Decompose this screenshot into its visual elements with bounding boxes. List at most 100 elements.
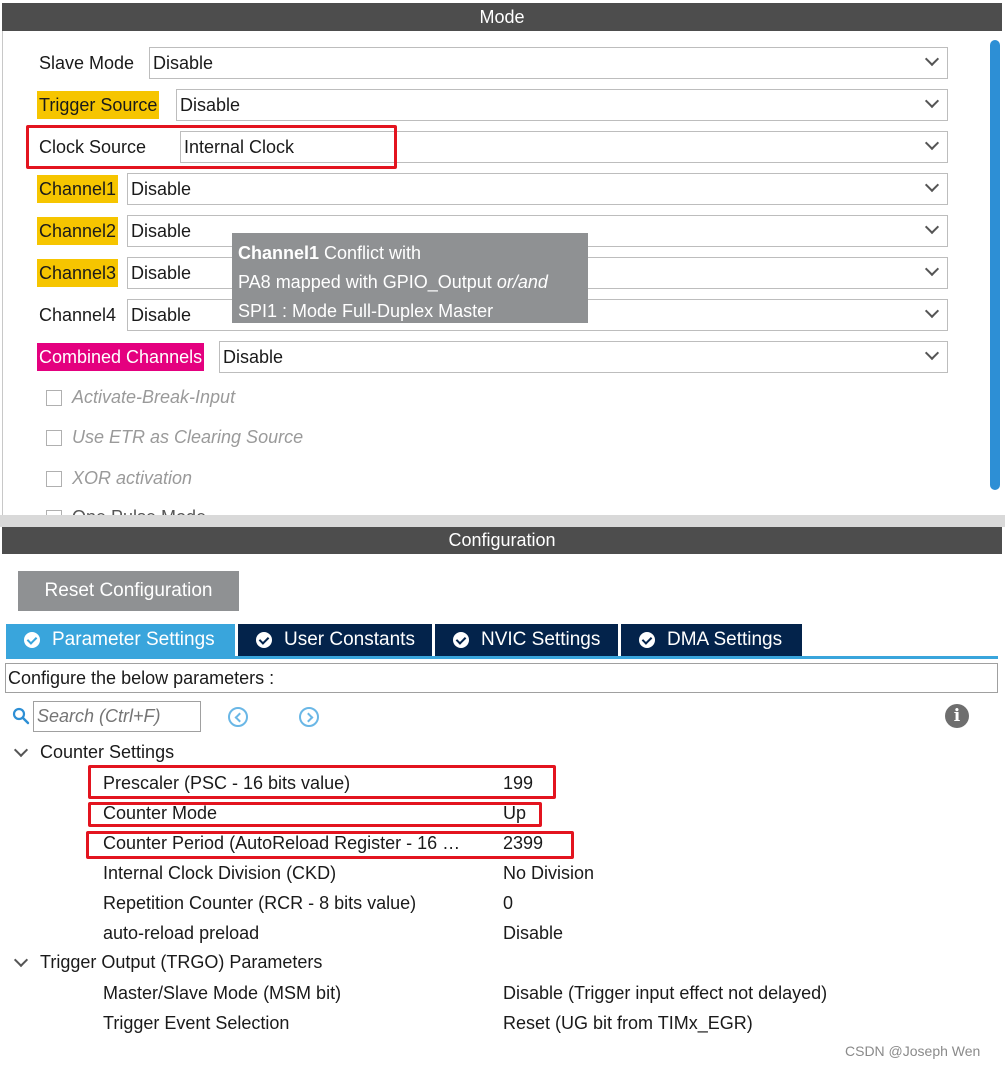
info-icon[interactable]: i	[945, 704, 969, 728]
param-row-clock-division[interactable]: Internal Clock Division (CKD) No Divisio…	[103, 858, 983, 888]
param-row-master-slave-mode[interactable]: Master/Slave Mode (MSM bit) Disable (Tri…	[103, 978, 983, 1008]
group-trigger-output[interactable]: Trigger Output (TRGO) Parameters	[13, 952, 322, 973]
slave-mode-select[interactable]: Disable	[149, 47, 948, 79]
config-tabs: Parameter Settings User Constants NVIC S…	[6, 624, 805, 656]
use-etr-checkbox[interactable]: Use ETR as Clearing Source	[46, 427, 303, 448]
tab-dma-settings[interactable]: DMA Settings	[621, 624, 802, 656]
annotation-prescaler	[88, 765, 556, 799]
reset-configuration-button[interactable]: Reset Configuration	[18, 571, 239, 611]
channel4-value: Disable	[131, 305, 192, 325]
param-row-trigger-event-selection[interactable]: Trigger Event Selection Reset (UG bit fr…	[103, 1008, 983, 1038]
slave-mode-label: Slave Mode	[39, 53, 135, 73]
tooltip-or-and: or/and	[496, 272, 548, 292]
channel1-row: Channel1	[37, 173, 119, 205]
param-value[interactable]: 0	[503, 888, 513, 918]
chevron-down-icon[interactable]	[13, 952, 29, 967]
trigger-source-select[interactable]: Disable	[176, 89, 948, 121]
tooltip-line1: Conflict with	[319, 243, 422, 263]
channel2-row: Channel2	[37, 215, 119, 247]
one-pulse-clip: One Pulse Mode	[0, 505, 990, 515]
chevron-down-icon	[924, 177, 940, 193]
one-pulse-mode-label: One Pulse Mode	[72, 507, 206, 515]
previous-result-icon[interactable]	[228, 707, 248, 727]
tab-label: NVIC Settings	[481, 629, 601, 650]
param-value[interactable]: Disable (Trigger input effect not delaye…	[503, 978, 827, 1008]
search-input[interactable]	[33, 701, 201, 732]
group-counter-settings[interactable]: Counter Settings	[13, 742, 175, 763]
channel4-row: Channel4	[37, 299, 118, 331]
param-name: Internal Clock Division (CKD)	[103, 863, 337, 883]
next-result-icon[interactable]	[299, 707, 319, 727]
param-row-repetition-counter[interactable]: Repetition Counter (RCR - 8 bits value) …	[103, 888, 983, 918]
chevron-down-icon	[924, 345, 940, 361]
checkbox-box[interactable]	[46, 389, 62, 406]
watermark: CSDN @Joseph Wen	[845, 1043, 981, 1059]
trigger-source-row: Trigger Source	[37, 89, 160, 121]
check-circle-icon	[639, 632, 655, 648]
chevron-down-icon	[924, 303, 940, 319]
description-box: Configure the below parameters :	[5, 663, 998, 693]
tab-label: Parameter Settings	[52, 629, 215, 650]
tab-underline	[6, 656, 998, 659]
tooltip-line2: PA8 mapped with GPIO_Output	[238, 272, 497, 292]
mode-scrollbar[interactable]	[990, 40, 1000, 490]
xor-activation-checkbox[interactable]: XOR activation	[46, 468, 192, 489]
annotation-counter-mode	[88, 802, 542, 827]
check-circle-icon	[24, 632, 40, 648]
checkbox-box[interactable]	[46, 470, 62, 487]
channel3-row: Channel3	[37, 257, 119, 289]
param-value[interactable]: Disable	[503, 918, 563, 948]
channel3-label: Channel3	[37, 259, 119, 287]
chevron-down-icon	[924, 219, 940, 235]
tab-label: DMA Settings	[667, 629, 783, 650]
param-value[interactable]: No Division	[503, 858, 594, 888]
group-title: Counter Settings	[40, 742, 175, 762]
tooltip-channel: Channel1	[238, 243, 320, 263]
combined-channels-label: Combined Channels	[37, 343, 205, 371]
chevron-down-icon[interactable]	[13, 742, 29, 757]
tab-nvic-settings[interactable]: NVIC Settings	[435, 624, 618, 656]
check-circle-icon	[256, 632, 272, 648]
use-etr-label: Use ETR as Clearing Source	[72, 427, 304, 447]
one-pulse-mode-checkbox[interactable]: One Pulse Mode	[46, 507, 206, 515]
tooltip-line3: SPI1 : Mode Full-Duplex Master	[238, 301, 494, 321]
trigger-source-label: Trigger Source	[37, 91, 160, 119]
channel3-value: Disable	[131, 263, 192, 283]
conflict-tooltip: Channel1 Conflict with PA8 mapped with G…	[232, 233, 588, 323]
tab-parameter-settings[interactable]: Parameter Settings	[6, 624, 235, 656]
channel2-label: Channel2	[37, 217, 119, 245]
slave-mode-value: Disable	[153, 53, 214, 73]
combined-channels-value: Disable	[223, 347, 284, 367]
param-name: Trigger Event Selection	[103, 1013, 290, 1033]
param-value[interactable]: Reset (UG bit from TIMx_EGR)	[503, 1008, 753, 1038]
channel2-value: Disable	[131, 221, 192, 241]
param-name: Repetition Counter (RCR - 8 bits value)	[103, 893, 417, 913]
tab-label: User Constants	[284, 629, 415, 650]
xor-activation-label: XOR activation	[72, 468, 193, 488]
annotation-clock-source	[26, 125, 397, 169]
chevron-down-icon	[924, 51, 940, 67]
mode-panel-header: Mode	[2, 3, 1002, 31]
channel1-select[interactable]: Disable	[127, 173, 948, 205]
panel-splitter[interactable]	[0, 515, 1005, 527]
combined-channels-select[interactable]: Disable	[219, 341, 948, 373]
tab-user-constants[interactable]: User Constants	[238, 624, 432, 656]
configuration-header: Configuration	[2, 527, 1002, 554]
chevron-down-icon	[924, 261, 940, 277]
activate-break-input-checkbox[interactable]: Activate-Break-Input	[46, 387, 235, 408]
channel1-label: Channel1	[37, 175, 119, 203]
annotation-counter-period	[86, 831, 574, 859]
slave-mode-row: Slave Mode	[37, 47, 136, 79]
combined-channels-row: Combined Channels	[37, 341, 205, 373]
channel1-value: Disable	[131, 179, 192, 199]
param-name: auto-reload preload	[103, 923, 260, 943]
param-row-auto-reload-preload[interactable]: auto-reload preload Disable	[103, 918, 983, 948]
chevron-down-icon	[924, 93, 940, 109]
check-circle-icon	[453, 632, 469, 648]
chevron-down-icon	[924, 135, 940, 151]
trigger-source-value: Disable	[180, 95, 241, 115]
param-name: Master/Slave Mode (MSM bit)	[103, 983, 342, 1003]
checkbox-box[interactable]	[46, 429, 62, 446]
channel4-label: Channel4	[39, 305, 117, 325]
activate-break-input-label: Activate-Break-Input	[72, 387, 236, 407]
